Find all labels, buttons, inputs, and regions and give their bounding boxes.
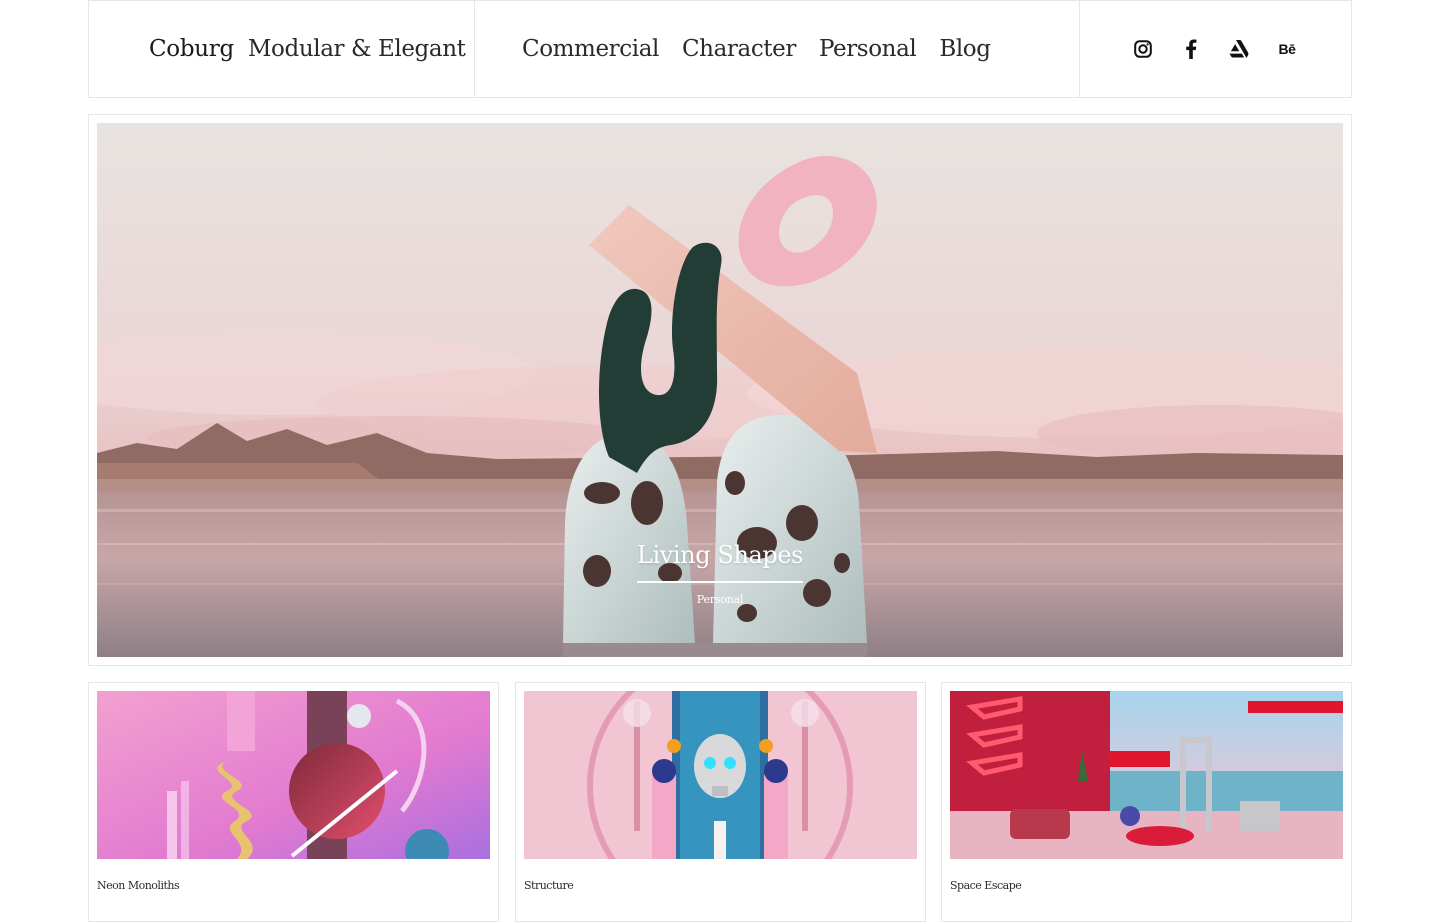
project-card-title[interactable]: Structure — [524, 879, 574, 892]
facebook-icon[interactable] — [1180, 38, 1202, 60]
behance-icon[interactable]: Bē — [1276, 38, 1298, 60]
project-card-structure[interactable]: Structure — [515, 682, 926, 922]
behance-label: Bē — [1278, 41, 1296, 57]
project-card-title[interactable]: Neon Monoliths — [97, 879, 180, 892]
nav-item-character[interactable]: Character — [682, 36, 796, 62]
project-card-neon-monoliths[interactable]: Neon Monoliths — [88, 682, 499, 922]
project-thumbnail[interactable] — [524, 691, 917, 859]
artstation-icon[interactable] — [1228, 38, 1250, 60]
nav-item-blog[interactable]: Blog — [939, 36, 991, 62]
hero-title[interactable]: Living Shapes — [636, 541, 803, 583]
brand-name[interactable]: Coburg — [149, 36, 234, 62]
project-thumbnail[interactable] — [97, 691, 490, 859]
nav-item-personal[interactable]: Personal — [819, 36, 917, 62]
instagram-icon[interactable] — [1132, 38, 1154, 60]
site-header: Coburg Modular & Elegant Commercial Char… — [88, 0, 1352, 98]
project-thumbnail[interactable] — [950, 691, 1343, 859]
main-nav: Commercial Character Personal Blog — [475, 1, 1080, 97]
brand[interactable]: Coburg Modular & Elegant — [89, 1, 475, 97]
nav-item-commercial[interactable]: Commercial — [522, 36, 659, 62]
project-card-title[interactable]: Space Escape — [950, 879, 1022, 892]
project-card-space-escape[interactable]: Space Escape — [941, 682, 1352, 922]
hero-caption: Living Shapes Personal — [97, 541, 1343, 606]
social-links: Bē — [1080, 1, 1351, 97]
hero-image[interactable]: Living Shapes Personal — [97, 123, 1343, 657]
brand-tagline: Modular & Elegant — [247, 36, 466, 62]
featured-project: Living Shapes Personal — [88, 114, 1352, 666]
hero-category[interactable]: Personal — [97, 593, 1343, 606]
